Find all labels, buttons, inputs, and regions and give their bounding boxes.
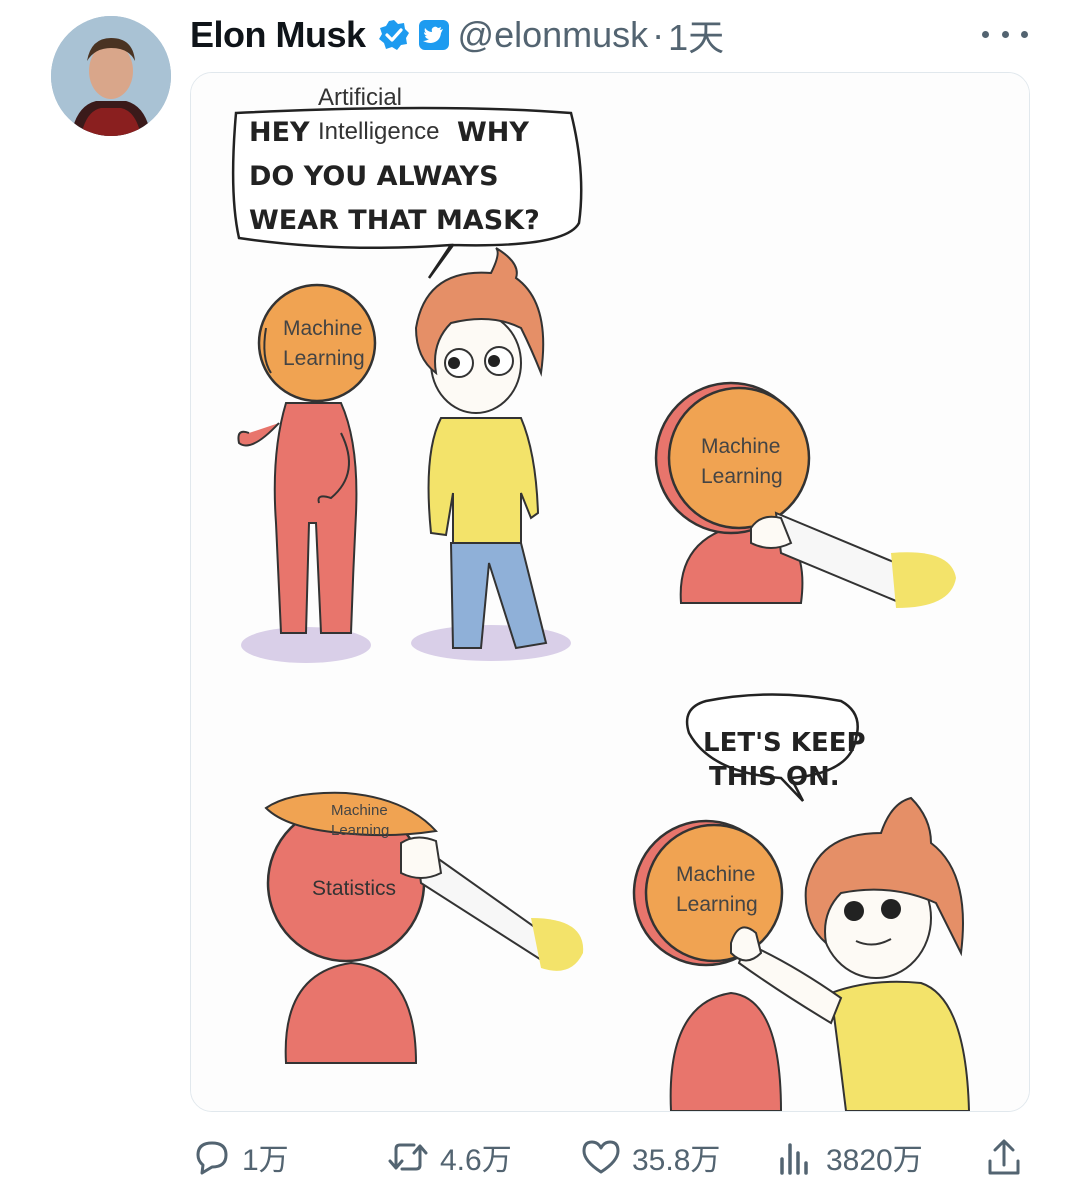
panel1-mask-line1: Machine (283, 317, 362, 340)
panel1-label-intelligence: Intelligence (318, 118, 439, 145)
panel4-bubble-line2: THIS ON. (709, 762, 840, 792)
reply-icon (196, 1141, 228, 1175)
more-icon[interactable] (982, 22, 1028, 46)
share-icon (988, 1139, 1020, 1175)
panel1-bubble-hey: HEY (249, 117, 310, 148)
panel1-bubble-line3: WEAR THAT MASK? (249, 205, 540, 236)
separator-dot: · (652, 14, 665, 55)
panel1-bubble-why: WHY (457, 117, 529, 148)
like-icon (582, 1140, 620, 1174)
verified-badge-icon (378, 20, 409, 50)
tweet-actions: 1万 4.6万 35.8万 3820万 (0, 1135, 1080, 1179)
panel2-mask-line2: Learning (701, 465, 783, 488)
panel2-mask-line1: Machine (701, 435, 780, 458)
retweet-icon (388, 1143, 428, 1171)
panel1-bubble-line2: DO YOU ALWAYS (249, 161, 499, 192)
panel4-mask-line1: Machine (676, 863, 755, 886)
retweet-count: 4.6万 (440, 1144, 512, 1177)
comic-image: Artificial HEY Intelligence WHY DO YOU A… (191, 73, 1029, 1111)
share-button[interactable] (984, 1135, 1034, 1179)
tweet-time[interactable]: 1天 (668, 9, 724, 61)
panel4-bubble-line1: LET'S KEEP (703, 728, 866, 758)
author-handle[interactable]: @elonmusk (458, 14, 649, 56)
like-count: 35.8万 (632, 1144, 721, 1177)
panel1-label-artificial: Artificial (318, 84, 402, 111)
hidden-face-statistics: Statistics (312, 877, 396, 900)
views-count: 3820万 (826, 1144, 923, 1177)
panel4-mask-line2: Learning (676, 893, 758, 916)
avatar[interactable] (51, 16, 171, 136)
like-button[interactable]: 35.8万 (580, 1135, 720, 1179)
panel3-mask-line2: Learning (331, 822, 389, 839)
tweet-header: Elon Musk @elonmusk · 1天 (190, 10, 724, 60)
panel3-mask-line1: Machine (331, 802, 388, 819)
avatar-image (51, 16, 171, 136)
reply-count: 1万 (242, 1144, 289, 1177)
author-name[interactable]: Elon Musk (190, 14, 366, 56)
views-button[interactable]: 3820万 (776, 1135, 923, 1179)
twitter-bird-icon (418, 20, 449, 50)
reply-button[interactable]: 1万 (192, 1135, 289, 1179)
retweet-button[interactable]: 4.6万 (386, 1135, 512, 1179)
tweet-media[interactable]: Artificial HEY Intelligence WHY DO YOU A… (190, 72, 1030, 1112)
views-icon (780, 1143, 808, 1175)
panel1-mask-line2: Learning (283, 347, 365, 370)
